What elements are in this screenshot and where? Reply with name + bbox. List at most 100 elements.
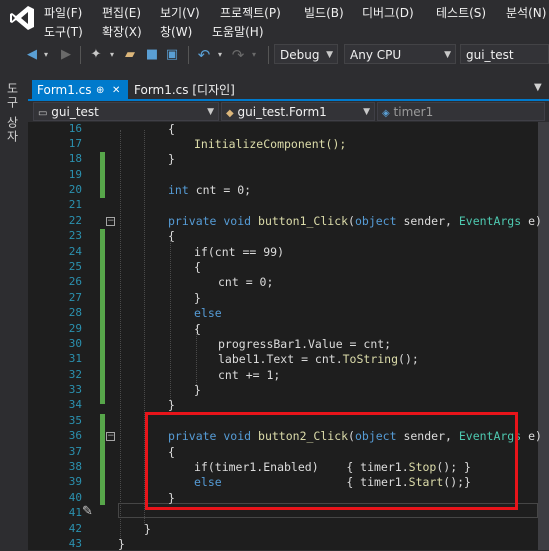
line-number: 20 xyxy=(68,183,82,196)
code-line-20: int cnt = 0; xyxy=(168,183,252,197)
code-line-42: } xyxy=(144,522,151,536)
change-indicator xyxy=(100,414,105,505)
indent-guide xyxy=(120,130,121,540)
menu-analyze[interactable]: 분석(N) xyxy=(506,4,546,21)
line-number: 35 xyxy=(68,414,82,427)
solution-platform-select[interactable]: Any CPU ▼ xyxy=(344,44,456,64)
member-nav-value: timer1 xyxy=(393,105,434,119)
toolbar-separator xyxy=(188,46,189,64)
startup-project-select[interactable]: gui_test xyxy=(460,44,549,64)
toolbar-separator xyxy=(80,46,81,64)
menu-file[interactable]: 파일(F) xyxy=(44,4,82,21)
class-nav-select[interactable]: ◆ gui_test.Form1 ▼ xyxy=(221,102,375,121)
line-number: 24 xyxy=(68,245,82,258)
save-all-icon[interactable]: ▣ xyxy=(164,47,180,63)
line-number: 17 xyxy=(68,137,82,150)
vertical-scrollbar[interactable] xyxy=(538,122,549,550)
line-number: 22 xyxy=(68,214,82,227)
code-line-28: else xyxy=(194,306,222,320)
tab-label: Form1.cs xyxy=(37,83,92,97)
menu-debug[interactable]: 디버그(D) xyxy=(362,4,414,21)
code-line-23: { xyxy=(168,229,175,243)
quick-action-pencil-icon[interactable]: ✎ xyxy=(82,504,93,519)
new-dropdown-icon[interactable]: ▾ xyxy=(104,47,120,63)
save-icon[interactable]: ■ xyxy=(144,47,160,63)
code-line-33: } xyxy=(194,383,201,397)
line-number: 39 xyxy=(68,475,82,488)
line-number: 34 xyxy=(68,398,82,411)
code-line-43: } xyxy=(118,537,125,551)
code-line-25: { xyxy=(194,260,201,274)
toolbar-separator xyxy=(268,46,269,64)
menu-window[interactable]: 창(W) xyxy=(160,23,192,40)
undo-dropdown-icon[interactable]: ▾ xyxy=(212,47,228,63)
menu-tools[interactable]: 도구(T) xyxy=(44,23,83,40)
menu-view[interactable]: 보기(V) xyxy=(160,4,200,21)
code-line-31: label1.Text = cnt.ToString(); xyxy=(218,352,419,366)
line-number: 28 xyxy=(68,306,82,319)
chevron-down-icon: ▼ xyxy=(363,107,370,117)
menu-build[interactable]: 빌드(B) xyxy=(304,4,344,21)
solution-platform-value: Any CPU xyxy=(350,48,402,62)
line-number: 42 xyxy=(68,522,82,535)
line-number: 30 xyxy=(68,337,82,350)
open-folder-icon[interactable]: ▰ xyxy=(122,47,138,63)
menu-help[interactable]: 도움말(H) xyxy=(212,23,264,40)
startup-project-value: gui_test xyxy=(466,48,514,62)
new-project-icon[interactable]: ✦ xyxy=(88,47,104,63)
menu-edit[interactable]: 편집(E) xyxy=(102,4,141,21)
line-number: 38 xyxy=(68,460,82,473)
menu-test[interactable]: 테스트(S) xyxy=(436,4,486,21)
line-number: 26 xyxy=(68,275,82,288)
collapse-icon[interactable]: − xyxy=(106,217,115,226)
line-number: 40 xyxy=(68,491,82,504)
line-number: 31 xyxy=(68,352,82,365)
pin-icon[interactable]: ⊕ xyxy=(96,80,104,101)
redo-dropdown-icon[interactable]: ▾ xyxy=(246,47,262,63)
code-line-18: } xyxy=(168,152,175,166)
line-number: 23 xyxy=(68,229,82,242)
tab-form1-designer[interactable]: Form1.cs [디자인] xyxy=(130,80,250,101)
redo-icon[interactable]: ↷ xyxy=(230,47,246,63)
code-line-34: } xyxy=(168,398,175,412)
line-number: 16 xyxy=(68,122,82,135)
line-number: 36 xyxy=(68,429,82,442)
change-indicator xyxy=(100,229,105,404)
member-nav-select[interactable]: ◈ timer1 xyxy=(377,102,545,121)
toolbox-tab[interactable]: 도구 상자 xyxy=(5,82,21,144)
change-indicator xyxy=(100,152,105,198)
tab-list-dropdown-icon[interactable]: ▼ xyxy=(534,82,542,93)
line-number: 19 xyxy=(68,168,82,181)
close-icon[interactable]: ✕ xyxy=(112,80,120,101)
menu-extensions[interactable]: 확장(X) xyxy=(102,23,142,40)
chevron-down-icon: ▼ xyxy=(326,50,333,60)
line-number: 29 xyxy=(68,322,82,335)
code-line-17: InitializeComponent(); xyxy=(194,137,347,151)
collapse-icon[interactable]: − xyxy=(106,432,115,441)
line-number: 41 xyxy=(68,506,82,519)
solution-configuration-select[interactable]: Debug ▼ xyxy=(274,44,338,64)
visual-studio-logo-icon xyxy=(10,6,34,30)
menu-project[interactable]: 프로젝트(P) xyxy=(220,4,281,21)
code-line-22: private void button1_Click(object sender… xyxy=(168,214,542,228)
code-line-26: cnt = 0; xyxy=(218,275,274,289)
line-number: 25 xyxy=(68,260,82,273)
indent-guide xyxy=(170,240,171,400)
field-icon: ◈ xyxy=(382,108,390,119)
back-dropdown-icon[interactable]: ▾ xyxy=(38,47,54,63)
undo-icon[interactable]: ↶ xyxy=(196,47,212,63)
class-nav-value: gui_test.Form1 xyxy=(237,105,327,119)
chevron-down-icon: ▼ xyxy=(207,107,214,117)
class-icon: ◆ xyxy=(226,108,234,119)
code-line-16: { xyxy=(168,122,175,136)
line-number: 43 xyxy=(68,537,82,550)
solution-configuration-value: Debug xyxy=(280,48,320,62)
tab-form1-cs[interactable]: Form1.cs ⊕ ✕ xyxy=(32,80,128,101)
line-number: 27 xyxy=(68,291,82,304)
code-line-27: } xyxy=(194,291,201,305)
line-number: 33 xyxy=(68,383,82,396)
code-line-32: cnt += 1; xyxy=(218,368,281,382)
forward-icon[interactable]: ▶ xyxy=(58,47,74,63)
chevron-down-icon: ▼ xyxy=(444,50,451,60)
project-nav-select[interactable]: ▭ gui_test ▼ xyxy=(33,102,219,121)
